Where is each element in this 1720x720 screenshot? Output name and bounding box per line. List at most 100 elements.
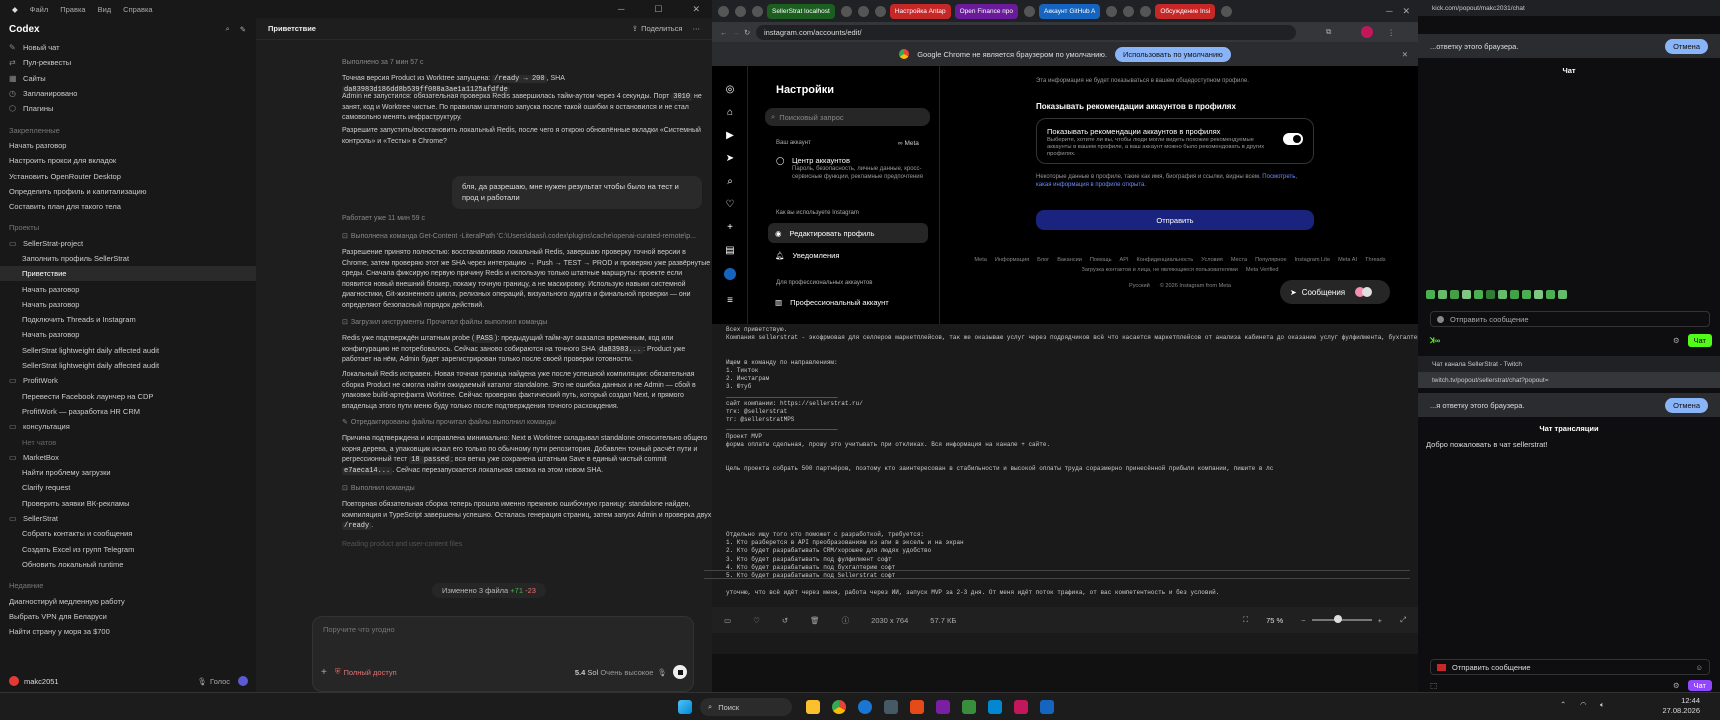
pinned-item[interactable]: Составить план для такого тела <box>0 199 256 214</box>
folder-item[interactable]: ▭ SellerStrat-project <box>0 236 256 251</box>
folder-item[interactable]: ▭ ProfitWork <box>0 373 256 388</box>
access-select[interactable]: Полный доступ <box>343 668 396 677</box>
footer-link[interactable]: Места <box>1231 257 1247 263</box>
profile-icon[interactable] <box>724 268 736 280</box>
chat-item[interactable]: SellerStrat lightweight daily affected a… <box>0 343 256 358</box>
tab-favicon[interactable] <box>735 5 746 17</box>
chat-item[interactable]: Проверить заявки ВК-рекламы <box>0 496 256 511</box>
twitch-tab[interactable]: Чат канала SellerStrat - Twitch <box>1432 361 1522 368</box>
recent-item[interactable]: Найти страну у моря за $700 <box>0 624 256 639</box>
maximize-icon[interactable]: ☐ <box>654 4 662 15</box>
footer-link[interactable]: Threads <box>1365 257 1386 263</box>
tab-favicon[interactable] <box>1024 5 1035 17</box>
recent-item[interactable]: Диагностируй медленную работу <box>0 593 256 608</box>
footer-link[interactable]: API <box>1119 257 1128 263</box>
settings-search[interactable]: ⌕ Поисковый запрос <box>765 108 930 126</box>
app-icon[interactable] <box>1014 700 1028 714</box>
app-icon[interactable] <box>936 700 950 714</box>
more-menu-icon[interactable]: ≡ <box>724 295 736 307</box>
footer-link[interactable]: Помощь <box>1090 257 1112 263</box>
kick-cancel-button[interactable]: Отмена <box>1665 38 1708 54</box>
close-icon[interactable]: ✕ <box>692 4 700 15</box>
sidebar-nav-item[interactable]: ▦ Сайты <box>0 71 256 86</box>
model-select[interactable]: 5.4 Sol Очень высокое <box>575 668 654 677</box>
fit-icon[interactable]: ⛶ <box>1243 615 1248 625</box>
zoom-slider[interactable] <box>1311 615 1372 623</box>
menu-view[interactable]: Вид <box>98 5 112 14</box>
app-icon[interactable] <box>1040 700 1054 714</box>
volume-icon[interactable]: 🔈︎ <box>1600 700 1605 710</box>
tab-finance[interactable]: Open Finance про <box>954 3 1018 19</box>
tab-favicon[interactable] <box>1140 5 1152 17</box>
menu-edit[interactable]: Правка <box>60 5 85 14</box>
pro-account-item[interactable]: ▥ Профессиональный аккаунт <box>775 298 889 307</box>
chat-item[interactable]: Заполнить профиль SellerStrat <box>0 251 256 266</box>
create-icon[interactable]: + <box>724 222 736 234</box>
mode-icon[interactable]: ▭ <box>724 616 731 625</box>
edge-icon[interactable] <box>858 700 872 714</box>
kick-chat-button[interactable]: Чат <box>1687 333 1712 347</box>
footer-link[interactable]: Условия <box>1201 257 1223 263</box>
taskbar-search[interactable]: ⌕ Поиск <box>700 698 792 716</box>
close-icon[interactable]: ✕ <box>1402 6 1410 17</box>
kick-message-input[interactable]: Отправить сообщение <box>1430 311 1710 327</box>
twitch-cancel-button[interactable]: Отмена <box>1665 397 1708 413</box>
rotate-icon[interactable]: ↺ <box>782 616 788 625</box>
reels-icon[interactable]: ▶ <box>724 130 736 142</box>
footer-link[interactable]: Meta <box>974 257 986 263</box>
sidebar-nav-item[interactable]: ⬡ Плагины <box>0 101 256 116</box>
chat-item[interactable]: Начать разговор <box>0 297 256 312</box>
pinned-item[interactable]: Определить профиль и капитализацию <box>0 184 256 199</box>
app-icon[interactable] <box>962 700 976 714</box>
twitch-url[interactable]: twitch.tv/popout/sellerstrat/chat?popout… <box>1432 377 1549 384</box>
tab-github[interactable]: Аккаунт GitHub A <box>1039 3 1101 19</box>
footer-link[interactable]: Вакансии <box>1057 257 1082 263</box>
folder-item[interactable]: ▭ SellerStrat <box>0 511 256 526</box>
tab-favicon[interactable] <box>840 5 852 17</box>
footer-link[interactable]: Блог <box>1037 257 1049 263</box>
app-icon[interactable] <box>884 700 898 714</box>
chat-item[interactable]: Подключить Threads и Instagram <box>0 312 256 327</box>
changed-files-pill[interactable]: Изменено 3 файла +71 -23 <box>432 583 546 598</box>
footer-link[interactable]: Популярное <box>1255 257 1287 263</box>
chat-item[interactable]: Начать разговор <box>0 281 256 296</box>
address-bar[interactable]: instagram.com/accounts/edit/ <box>756 24 1296 40</box>
instagram-icon[interactable]: ◎ <box>724 84 736 96</box>
chat-item[interactable]: Перевести Facebook лаунчер на CDP <box>0 389 256 404</box>
edit-profile-item[interactable]: ◉ Редактировать профиль <box>768 223 928 243</box>
zoom-in-icon[interactable]: + <box>1378 616 1382 625</box>
tray-chevron-icon[interactable]: ⌃ <box>1560 700 1566 709</box>
settings-icon[interactable]: ⚙ <box>1673 681 1680 690</box>
app-icon[interactable] <box>988 700 1002 714</box>
folder-item[interactable]: ▭ консультация <box>0 419 256 434</box>
back-icon[interactable]: ← <box>720 28 728 37</box>
chrome-taskbar-icon[interactable] <box>832 700 846 714</box>
search-icon[interactable]: ⌕ <box>724 176 736 188</box>
stop-button[interactable] <box>673 665 687 679</box>
app-icon[interactable] <box>910 700 924 714</box>
forward-icon[interactable]: → <box>732 28 740 37</box>
kick-url[interactable]: kick.com/popout/makc2031/chat <box>1432 5 1525 12</box>
files-icon[interactable] <box>806 700 820 714</box>
clock[interactable]: 12:44 27.08.2026 <box>1640 696 1700 716</box>
chat-item[interactable]: Приветствие <box>0 266 256 282</box>
recent-item[interactable]: Выбрать VPN для Беларуси <box>0 609 256 624</box>
fullscreen-icon[interactable]: ⤢ <box>1400 615 1406 625</box>
chat-item[interactable]: Начать разговор <box>0 327 256 342</box>
footer-link[interactable]: Instagram Lite <box>1295 257 1330 263</box>
footer-link[interactable]: Конфиденциальность <box>1137 257 1194 263</box>
tool-row[interactable]: ⊡ Выполнил команды <box>342 484 712 495</box>
tab-insi[interactable]: Обсуждение Insi <box>1155 3 1216 19</box>
tab-favicon[interactable] <box>1221 5 1233 17</box>
sidebar-nav-item[interactable]: ◷ Запланировано <box>0 86 256 101</box>
mic-icon[interactable]: 🎙 <box>657 668 667 677</box>
more-icon[interactable]: ⋯ <box>693 24 701 33</box>
command-row[interactable]: ⊡ Выполнена команда Get-Content -LiteralP… <box>342 232 712 243</box>
tab-favicon[interactable] <box>1106 5 1118 17</box>
settings-icon[interactable] <box>238 676 248 686</box>
set-default-button[interactable]: Использовать по умолчанию <box>1115 46 1231 62</box>
zoom-out-icon[interactable]: − <box>1301 616 1305 625</box>
info-icon[interactable]: ⓘ <box>842 615 850 626</box>
wifi-icon[interactable]: ◠ <box>1580 700 1587 709</box>
twitch-message-input[interactable]: Отправить сообщение ☺ <box>1430 659 1710 675</box>
